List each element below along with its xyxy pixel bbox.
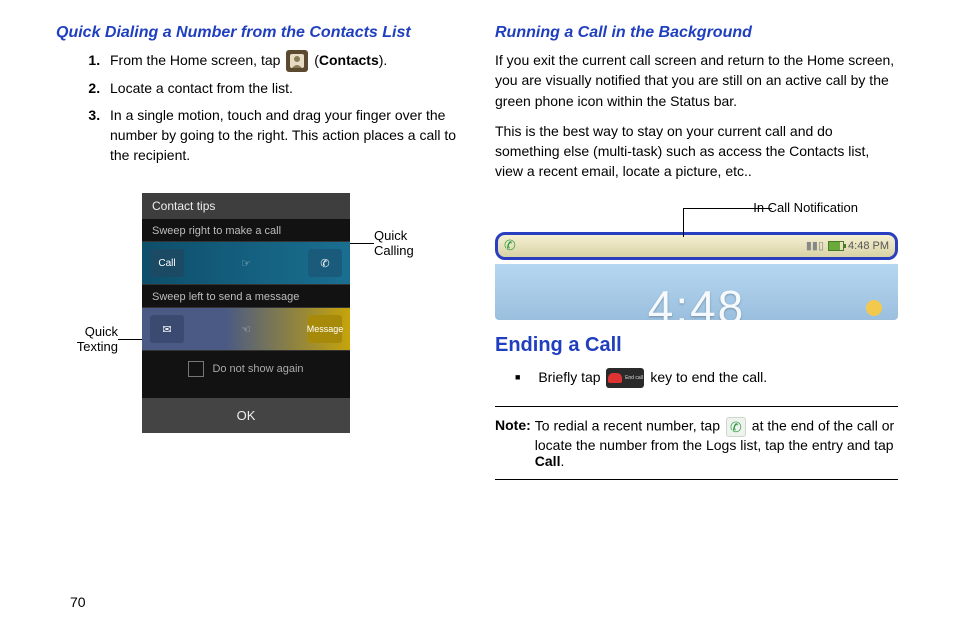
hint-msg: Sweep left to send a message <box>142 285 350 308</box>
background-call-p1: If you exit the current call screen and … <box>495 50 898 111</box>
step-1-bold: Contacts <box>319 52 379 68</box>
step-1: From the Home screen, tap (Contacts). <box>104 50 459 72</box>
contacts-icon <box>286 50 308 72</box>
msg-label-box: Message <box>308 315 342 343</box>
right-column: Running a Call in the Background If you … <box>495 24 898 616</box>
home-screen-peek: 4:48 <box>495 264 898 320</box>
battery-icon <box>828 241 844 251</box>
call-label: Call <box>158 258 175 269</box>
note-bold: Call <box>535 453 561 469</box>
note-text-a: To redial a recent number, tap <box>535 418 724 434</box>
leader-line-right <box>350 243 374 244</box>
label-quick-calling-a: Quick <box>374 228 436 243</box>
quick-dial-figure: Quick Texting Contact tips Sweep right t… <box>56 193 459 433</box>
call-phone-icon: ✆ <box>308 249 342 277</box>
ok-button: OK <box>142 398 350 433</box>
left-column: Quick Dialing a Number from the Contacts… <box>56 24 459 616</box>
ending-call-bullet: Briefly tap End call key to end the call… <box>539 367 898 388</box>
step-1-text-c: ). <box>379 52 388 68</box>
note-label: Note: <box>495 417 531 469</box>
signal-icon: ▮▮▯ <box>806 239 824 252</box>
hand-swipe-right-icon: ☞ <box>241 257 251 270</box>
ending-call-list: Briefly tap End call key to end the call… <box>495 367 898 388</box>
figure-label-left: Quick Texting <box>56 298 118 328</box>
row-message: ✉ ☜ Message <box>142 308 350 351</box>
quick-dial-heading: Quick Dialing a Number from the Contacts… <box>56 24 459 42</box>
status-phone-icon: ✆ <box>504 237 516 254</box>
ending-call-heading: Ending a Call <box>495 334 898 357</box>
dial-icon: ✆ <box>726 417 746 437</box>
weather-sun-icon <box>866 300 882 316</box>
note-text-c: . <box>560 453 564 469</box>
status-time: 4:48 PM <box>848 240 889 252</box>
in-call-leader-line <box>683 208 772 237</box>
phone-title-bar: Contact tips <box>142 193 350 219</box>
page-number: 70 <box>70 594 86 610</box>
note-text: To redial a recent number, tap ✆ at the … <box>535 417 898 469</box>
msg-label: Message <box>307 324 344 334</box>
step-2: Locate a contact from the list. <box>104 78 459 98</box>
clock-widget: 4:48 <box>648 280 746 320</box>
msg-envelope-icon: ✉ <box>150 315 184 343</box>
phone-screenshot: Contact tips Sweep right to make a call … <box>142 193 350 433</box>
label-quick-texting-a: Quick <box>56 324 118 339</box>
in-call-figure: In Call Notification ✆ ▮▮▯ 4:48 PM 4:48 <box>495 204 898 320</box>
end-call-icon-text: End call <box>625 376 643 381</box>
call-label-box: Call <box>150 249 184 277</box>
row-call: Call ☞ ✆ <box>142 242 350 285</box>
label-quick-calling-b: Calling <box>374 243 436 258</box>
hint-call: Sweep right to make a call <box>142 219 350 242</box>
end-call-icon: End call <box>606 368 644 388</box>
note-box: Note: To redial a recent number, tap ✆ a… <box>495 406 898 480</box>
bullet-text-a: Briefly tap <box>538 369 604 385</box>
do-not-show-row: Do not show again <box>142 351 350 387</box>
background-call-heading: Running a Call in the Background <box>495 24 898 42</box>
quick-dial-steps: From the Home screen, tap (Contacts). Lo… <box>56 50 459 171</box>
leader-line-left <box>118 339 142 340</box>
do-not-show-label: Do not show again <box>212 363 303 375</box>
step-3: In a single motion, touch and drag your … <box>104 105 459 166</box>
checkbox-icon <box>188 361 204 377</box>
step-1-text-a: From the Home screen, tap <box>110 52 284 68</box>
label-quick-texting-b: Texting <box>56 339 118 354</box>
background-call-p2: This is the best way to stay on your cur… <box>495 121 898 182</box>
bullet-text-b: key to end the call. <box>650 369 767 385</box>
figure-label-right: Quick Calling <box>374 298 436 328</box>
hand-swipe-left-icon: ☜ <box>241 323 251 336</box>
